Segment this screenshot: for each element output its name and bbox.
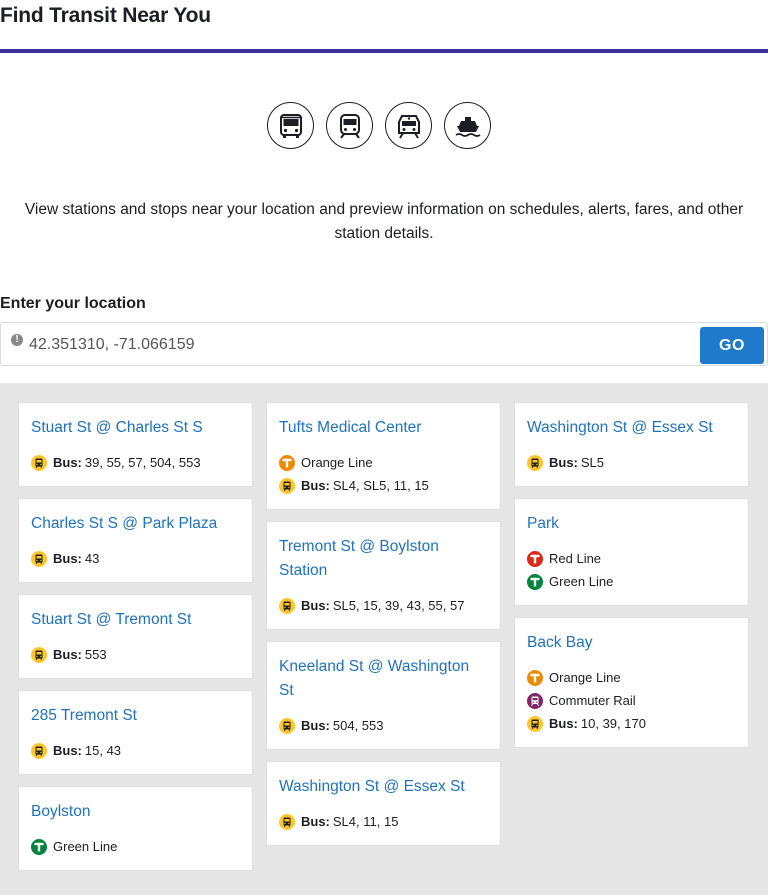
location-input[interactable] bbox=[29, 331, 689, 359]
route-text: 10, 39, 170 bbox=[580, 716, 646, 731]
intro-text: View stations and stops near your locati… bbox=[24, 201, 744, 242]
route-text: Green Line bbox=[549, 574, 614, 589]
route-mode-label: Bus: bbox=[301, 814, 330, 829]
route-row: Bus: 39, 55, 57, 504, 553 bbox=[31, 451, 240, 474]
route-row: Bus: 15, 43 bbox=[31, 739, 240, 762]
route-mode-label: Bus: bbox=[301, 478, 330, 493]
route-mode-label: Bus: bbox=[549, 716, 578, 731]
route-text: Commuter Rail bbox=[549, 693, 636, 708]
stop-name-link[interactable]: Boylston bbox=[31, 800, 240, 824]
bus-icon bbox=[31, 742, 47, 759]
bus-icon bbox=[31, 454, 47, 471]
route-row: Green Line bbox=[527, 570, 736, 593]
route-mode-label: Bus: bbox=[53, 455, 82, 470]
route-mode-label: Bus: bbox=[301, 598, 330, 613]
route-row: Bus: SL4, 11, 15 bbox=[279, 810, 488, 833]
route-row: Bus: SL5, 15, 39, 43, 55, 57 bbox=[279, 594, 488, 617]
route-text: 39, 55, 57, 504, 553 bbox=[84, 455, 201, 470]
stop-card: Charles St S @ Park Plaza Bus: 43 bbox=[18, 498, 253, 583]
stop-name-link[interactable]: Washington St @ Essex St bbox=[279, 775, 488, 799]
route-text: Red Line bbox=[549, 551, 602, 566]
stop-card: Back Bay Orange Line Commuter Rail Bus: 10, … bbox=[514, 617, 749, 748]
stop-card: Washington St @ Essex St Bus: SL5 bbox=[514, 402, 749, 487]
stop-card: Stuart St @ Charles St S Bus: 39, 55, 57, … bbox=[18, 402, 253, 487]
route-row: Bus: 10, 39, 170 bbox=[527, 712, 736, 735]
stop-name-link[interactable]: Stuart St @ Tremont St bbox=[31, 608, 240, 632]
route-row: Bus: 504, 553 bbox=[279, 714, 488, 737]
route-mode-label: Bus: bbox=[549, 455, 578, 470]
subway-icon[interactable] bbox=[326, 102, 373, 149]
stop-name-link[interactable]: Back Bay bbox=[527, 631, 736, 655]
stop-card: Tufts Medical Center Orange Line Bus: SL4, … bbox=[266, 402, 501, 510]
route-text: 553 bbox=[84, 647, 107, 662]
bus-icon bbox=[527, 454, 543, 471]
green-line-icon bbox=[31, 838, 47, 855]
route-text: SL4, SL5, 11, 15 bbox=[332, 478, 429, 493]
stop-card: Tremont St @ Boylston Station Bus: SL5, 15… bbox=[266, 521, 501, 630]
bus-icon bbox=[31, 550, 47, 567]
title-divider bbox=[0, 49, 768, 53]
route-row: Red Line bbox=[527, 547, 736, 570]
stop-name-link[interactable]: Tufts Medical Center bbox=[279, 416, 488, 440]
bus-icon bbox=[31, 646, 47, 663]
route-row: Commuter Rail bbox=[527, 689, 736, 712]
stop-name-link[interactable]: 285 Tremont St bbox=[31, 704, 240, 728]
bus-icon bbox=[279, 813, 295, 830]
route-text: 504, 553 bbox=[332, 718, 384, 733]
route-mode-label: Bus: bbox=[53, 551, 82, 566]
bus-icon bbox=[279, 477, 295, 494]
location-label: Enter your location bbox=[0, 295, 146, 312]
stop-card: Park Red Line Green Line bbox=[514, 498, 749, 606]
stop-card: Boylston Green Line bbox=[18, 786, 253, 871]
route-mode-label: Bus: bbox=[53, 743, 82, 758]
bus-icon bbox=[279, 597, 295, 614]
results-panel: Stuart St @ Charles St S Bus: 39, 55, 57, … bbox=[0, 383, 768, 895]
commuter-rail-icon bbox=[527, 692, 543, 709]
stop-name-link[interactable]: Kneeland St @ Washington St bbox=[279, 655, 488, 703]
route-row: Bus: 553 bbox=[31, 643, 240, 666]
stop-name-link[interactable]: Washington St @ Essex St bbox=[527, 416, 736, 440]
orange-line-icon bbox=[279, 454, 295, 471]
transit-mode-icons bbox=[267, 102, 491, 149]
stop-card: Stuart St @ Tremont St Bus: 553 bbox=[18, 594, 253, 679]
results-column-3: Washington St @ Essex St Bus: SL5 Park Red L… bbox=[514, 402, 749, 748]
stop-card: Washington St @ Essex St Bus: SL4, 11, 15 bbox=[266, 761, 501, 846]
stop-card: 285 Tremont St Bus: 15, 43 bbox=[18, 690, 253, 775]
route-text: SL5 bbox=[580, 455, 605, 470]
stop-name-link[interactable]: Tremont St @ Boylston Station bbox=[279, 535, 488, 583]
ferry-icon[interactable] bbox=[444, 102, 491, 149]
stop-name-link[interactable]: Charles St S @ Park Plaza bbox=[31, 512, 240, 536]
commuter-rail-icon[interactable] bbox=[385, 102, 432, 149]
go-button[interactable]: GO bbox=[700, 327, 764, 364]
route-text: SL5, 15, 39, 43, 55, 57 bbox=[332, 598, 465, 613]
route-row: Orange Line bbox=[279, 451, 488, 474]
stop-card: Kneeland St @ Washington St Bus: 504, 553 bbox=[266, 641, 501, 750]
route-row: Green Line bbox=[31, 835, 240, 858]
route-text: SL4, 11, 15 bbox=[332, 814, 399, 829]
green-line-icon bbox=[527, 573, 543, 590]
route-mode-label: Bus: bbox=[301, 718, 330, 733]
bus-icon bbox=[527, 715, 543, 732]
route-mode-label: Bus: bbox=[53, 647, 82, 662]
red-line-icon bbox=[527, 550, 543, 567]
route-text: 15, 43 bbox=[84, 743, 122, 758]
orange-line-icon bbox=[527, 669, 543, 686]
page-title: Find Transit Near You bbox=[0, 4, 211, 27]
route-text: Green Line bbox=[53, 839, 118, 854]
route-text: 43 bbox=[84, 551, 100, 566]
route-row: Bus: 43 bbox=[31, 547, 240, 570]
info-icon: ! bbox=[11, 334, 23, 346]
bus-icon bbox=[279, 717, 295, 734]
route-row: Bus: SL5 bbox=[527, 451, 736, 474]
location-field-container: ! GO bbox=[0, 322, 768, 366]
route-text: Orange Line bbox=[301, 455, 373, 470]
results-column-2: Tufts Medical Center Orange Line Bus: SL4, … bbox=[266, 402, 501, 846]
stop-name-link[interactable]: Stuart St @ Charles St S bbox=[31, 416, 240, 440]
route-text: Orange Line bbox=[549, 670, 621, 685]
stop-name-link[interactable]: Park bbox=[527, 512, 736, 536]
bus-icon[interactable] bbox=[267, 102, 314, 149]
results-column-1: Stuart St @ Charles St S Bus: 39, 55, 57, … bbox=[18, 402, 253, 871]
route-row: Orange Line bbox=[527, 666, 736, 689]
route-row: Bus: SL4, SL5, 11, 15 bbox=[279, 474, 488, 497]
